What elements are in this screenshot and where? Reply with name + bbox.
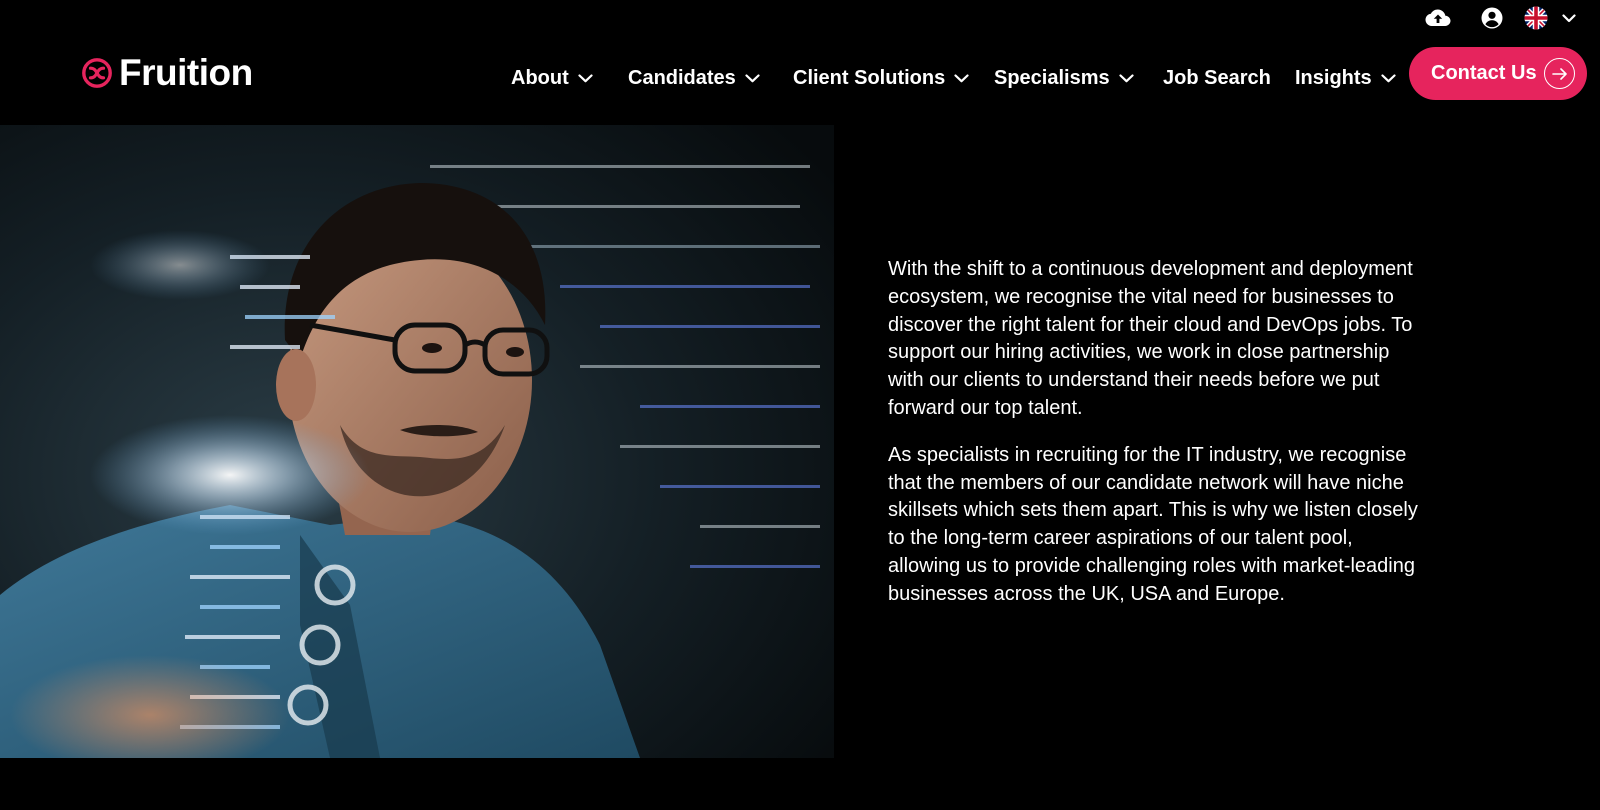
- cloud-upload-icon[interactable]: [1425, 6, 1451, 30]
- contact-us-button[interactable]: Contact Us: [1409, 47, 1587, 100]
- contact-us-label: Contact Us: [1431, 62, 1537, 84]
- fruition-logo-mark-icon: [82, 57, 112, 88]
- chevron-down-icon: [578, 73, 593, 83]
- arrow-right-circle-icon: [1544, 58, 1575, 89]
- brand-logo[interactable]: Fruition: [82, 54, 253, 91]
- chevron-down-icon: [954, 73, 969, 83]
- nav-item-label: About: [511, 66, 569, 89]
- account-icon[interactable]: [1479, 6, 1505, 30]
- chevron-down-icon: [745, 73, 760, 83]
- nav-item-job-search[interactable]: Job Search: [1163, 67, 1271, 90]
- nav-item-label: Insights: [1295, 66, 1372, 89]
- nav-item-label: Client Solutions: [793, 66, 946, 89]
- nav-item-specialisms[interactable]: Specialisms: [994, 67, 1134, 90]
- content-text-block: With the shift to a continuous developme…: [888, 256, 1418, 628]
- hero-image-developer-with-code: [0, 125, 834, 758]
- nav-item-label: Job Search: [1163, 66, 1271, 89]
- nav-item-about[interactable]: About: [511, 67, 593, 90]
- brand-name: Fruition: [119, 52, 253, 93]
- nav-item-label: Candidates: [628, 66, 736, 89]
- paragraph-devops-intro: With the shift to a continuous developme…: [888, 258, 1413, 419]
- nav-item-client-solutions[interactable]: Client Solutions: [793, 67, 969, 90]
- uk-flag-icon[interactable]: [1523, 6, 1549, 30]
- chevron-down-icon: [1381, 73, 1396, 83]
- nav-item-insights[interactable]: Insights: [1295, 67, 1396, 90]
- nav-item-label: Specialisms: [994, 66, 1110, 89]
- nav-item-candidates[interactable]: Candidates: [628, 67, 760, 90]
- chevron-down-icon: [1119, 73, 1134, 83]
- language-chevron-down-icon[interactable]: [1556, 6, 1582, 30]
- paragraph-specialists: As specialists in recruiting for the IT …: [888, 443, 1418, 605]
